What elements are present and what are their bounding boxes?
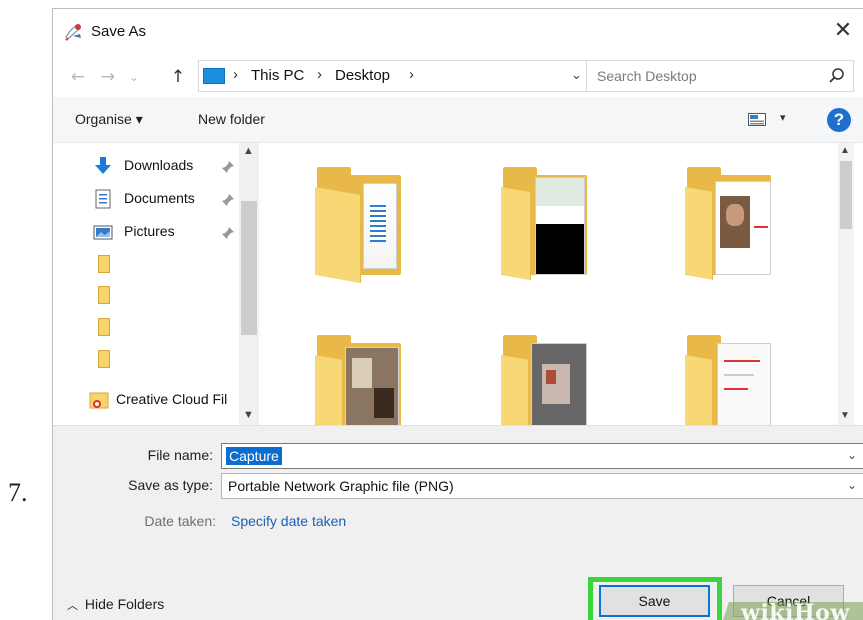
close-button[interactable]: ✕ xyxy=(829,17,857,45)
breadcrumb-separator: › xyxy=(317,66,322,83)
watermark-text: wikiHow xyxy=(741,600,850,620)
date-taken-label: Date taken: xyxy=(144,513,216,529)
chevron-down-icon[interactable]: ⌄ xyxy=(847,478,857,492)
this-pc-icon xyxy=(203,68,225,84)
recent-locations-icon[interactable]: ⌄ xyxy=(123,66,145,88)
scroll-up-icon[interactable]: ▲ xyxy=(840,145,850,156)
address-row: ← → ⌄ ↑ › This PC › Desktop › ⌄ ↻ Search… xyxy=(53,57,863,97)
back-arrow-icon[interactable]: ← xyxy=(67,66,89,88)
chevron-down-icon[interactable]: ⌄ xyxy=(847,448,857,462)
folder-thumbnail[interactable] xyxy=(315,333,405,425)
organise-menu[interactable]: Organise ▾ xyxy=(75,111,143,128)
save-type-label: Save as type: xyxy=(128,477,213,493)
forward-arrow-icon[interactable]: → xyxy=(97,66,119,88)
downloads-icon xyxy=(95,157,111,174)
chevron-up-icon: ︿ xyxy=(67,599,78,612)
breadcrumb-this-pc[interactable]: This PC xyxy=(251,67,304,84)
sidebar-item-label: Downloads xyxy=(124,157,194,173)
pin-icon[interactable] xyxy=(221,160,235,174)
content-scrollbar[interactable]: ▲ ▼ xyxy=(838,143,854,425)
scroll-up-icon[interactable]: ▲ xyxy=(243,145,254,157)
view-dropdown-icon[interactable]: ▾ xyxy=(780,111,786,124)
search-input[interactable]: Search Desktop xyxy=(597,68,697,84)
folder-thumbnail[interactable] xyxy=(501,333,591,425)
sidebar-item-label: Documents xyxy=(124,190,195,206)
chevron-down-icon[interactable]: ⌄ xyxy=(571,67,582,83)
breadcrumb-desktop[interactable]: Desktop xyxy=(335,67,390,84)
sidebar-item-label: Creative Cloud Fil xyxy=(116,391,228,407)
file-name-field[interactable]: Capture ⌄ xyxy=(221,443,863,469)
file-name-label: File name: xyxy=(147,447,213,463)
save-type-select[interactable]: Portable Network Graphic file (PNG) ⌄ xyxy=(221,473,863,499)
date-taken-link[interactable]: Specify date taken xyxy=(231,513,346,529)
folder-thumbnail[interactable] xyxy=(501,165,591,285)
documents-icon xyxy=(95,189,111,209)
folder-icon[interactable] xyxy=(98,318,110,336)
creative-cloud-folder-icon xyxy=(89,392,109,409)
save-button[interactable]: Save xyxy=(599,585,710,617)
file-name-input[interactable]: Capture xyxy=(226,447,282,465)
folder-icon[interactable] xyxy=(98,255,110,273)
scrollbar-thumb[interactable] xyxy=(241,201,257,335)
folder-thumbnail[interactable] xyxy=(315,165,405,285)
up-arrow-icon[interactable]: ↑ xyxy=(167,66,189,88)
hide-folders-label: Hide Folders xyxy=(84,596,165,612)
new-folder-button[interactable]: New folder xyxy=(198,111,265,127)
file-list: ▲ ▼ xyxy=(275,143,854,425)
folder-thumbnail[interactable] xyxy=(685,333,775,425)
save-type-value: Portable Network Graphic file (PNG) xyxy=(228,478,454,494)
help-icon[interactable]: ? xyxy=(827,108,851,132)
paint-app-icon xyxy=(65,24,81,41)
dialog-title: Save As xyxy=(91,23,147,40)
pictures-icon xyxy=(93,225,113,240)
scroll-down-icon[interactable]: ▼ xyxy=(243,409,254,421)
save-options-panel: File name: Capture ⌄ Save as type: Porta… xyxy=(53,425,863,620)
title-bar: Save As ✕ xyxy=(53,9,863,55)
search-field[interactable]: Search Desktop xyxy=(586,60,854,92)
hide-folders-button[interactable]: ︿ Hide Folders xyxy=(67,596,164,613)
search-icon[interactable] xyxy=(827,66,847,86)
address-bar[interactable]: › This PC › Desktop › ⌄ ↻ xyxy=(198,60,610,92)
nav-scrollbar[interactable]: ▲ ▼ xyxy=(239,143,259,425)
pin-icon[interactable] xyxy=(221,193,235,207)
step-number: 7. xyxy=(8,478,28,507)
breadcrumb-separator: › xyxy=(233,66,238,83)
breadcrumb-separator: › xyxy=(409,66,414,83)
folder-icon[interactable] xyxy=(98,350,110,368)
folder-icon[interactable] xyxy=(98,286,110,304)
navigation-pane: Downloads Documents Pictures Creative Cl… xyxy=(53,143,269,425)
save-as-dialog: Save As ✕ ← → ⌄ ↑ › This PC › Desktop › … xyxy=(52,8,863,620)
command-bar: Organise ▾ New folder ▾ ? xyxy=(53,97,863,143)
scroll-down-icon[interactable]: ▼ xyxy=(840,410,850,421)
view-options-icon[interactable] xyxy=(748,113,766,126)
folder-thumbnail[interactable] xyxy=(685,165,775,285)
sidebar-item-label: Pictures xyxy=(124,223,175,239)
pin-icon[interactable] xyxy=(221,226,235,240)
scrollbar-thumb[interactable] xyxy=(840,161,852,229)
